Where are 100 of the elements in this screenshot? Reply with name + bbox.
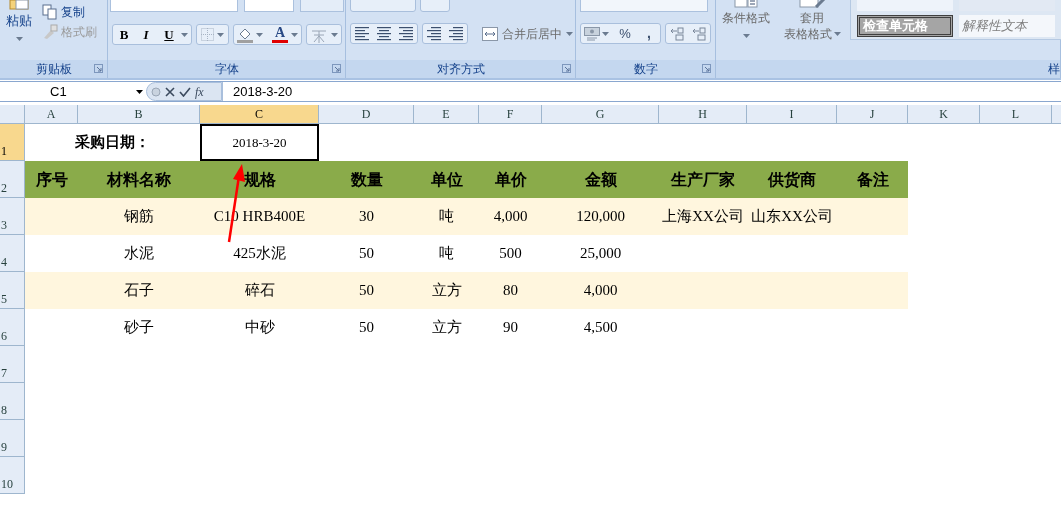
- borders-button[interactable]: [196, 24, 229, 45]
- column-header[interactable]: A: [25, 105, 78, 124]
- column-heading: 序号: [35, 169, 68, 190]
- table-cell-text: 120,000: [576, 207, 625, 227]
- formula-field[interactable]: 2018-3-20: [222, 82, 1061, 101]
- font-color-button[interactable]: A: [272, 26, 298, 43]
- group-label: 剪贴板: [35, 61, 72, 78]
- accounting-format-button[interactable]: [581, 26, 612, 41]
- row-header[interactable]: 4: [0, 235, 25, 272]
- paste-button[interactable]: 粘贴: [2, 0, 36, 60]
- column-header[interactable]: J: [837, 105, 908, 124]
- row-header[interactable]: 1: [0, 124, 25, 161]
- dialog-launcher-icon: [702, 64, 711, 73]
- table-cell-text: 采购日期：: [75, 132, 150, 153]
- caret-icon: [217, 32, 224, 37]
- table-cell-text: 425水泥: [233, 244, 286, 264]
- column-header[interactable]: H: [659, 105, 747, 124]
- dialog-launcher-icon: [94, 64, 103, 73]
- underline-button[interactable]: U: [157, 25, 181, 44]
- table-cell-text: 吨: [439, 244, 454, 264]
- row-header[interactable]: 8: [0, 383, 25, 420]
- column-header[interactable]: F: [479, 105, 542, 124]
- increase-indent-icon: [449, 26, 463, 41]
- group-label: 数字: [633, 61, 658, 78]
- column-header[interactable]: K: [908, 105, 980, 124]
- table-cell-text: 4,000: [583, 281, 618, 301]
- column-header[interactable]: [1052, 105, 1061, 124]
- column-header[interactable]: B: [78, 105, 200, 124]
- brush-icon: [42, 24, 58, 40]
- merge-center-button[interactable]: 合并后居中: [482, 24, 573, 43]
- bold-button[interactable]: B: [113, 25, 135, 44]
- column-header[interactable]: D: [319, 105, 414, 124]
- caret-icon: [136, 89, 143, 94]
- column-heading: 规格: [243, 169, 276, 190]
- conditional-formatting-button[interactable]: 条件格式: [718, 0, 774, 52]
- table-cell-text: 50: [359, 281, 374, 301]
- caret-icon: [15, 37, 23, 41]
- group-label: 样: [1048, 61, 1060, 78]
- table-cell-text: 立方: [431, 318, 462, 338]
- table-cell-text: 碎石: [244, 281, 275, 301]
- insert-function-button[interactable]: fx: [195, 82, 204, 101]
- caret-icon: [602, 31, 609, 36]
- table-cell-text: 4,000: [493, 207, 528, 227]
- table-cell-text: 钢筋: [124, 207, 154, 227]
- selected-cell[interactable]: 2018-3-20: [200, 124, 319, 161]
- dialog-launcher-icon: [332, 64, 341, 73]
- table-cell-text: 4,500: [583, 318, 618, 338]
- cell-style-item[interactable]: 解释性文本: [959, 15, 1055, 37]
- column-heading: 单价: [494, 169, 527, 190]
- table-cell-text: 石子: [124, 281, 154, 301]
- table-cell-text: 吨: [439, 207, 454, 227]
- caret-icon: [181, 32, 188, 37]
- align-right-icon: [399, 26, 413, 41]
- column-heading: 材料名称: [107, 169, 171, 190]
- phonetic-button[interactable]: [306, 24, 342, 45]
- column-heading: 供货商: [768, 169, 816, 191]
- italic-button[interactable]: I: [135, 25, 157, 44]
- comma-button[interactable]: ,: [638, 23, 660, 44]
- column-header[interactable]: I: [747, 105, 837, 124]
- table-brush-icon: [798, 0, 826, 8]
- copy-button[interactable]: 复制: [42, 3, 85, 21]
- column-header[interactable]: C: [200, 105, 319, 124]
- table-cell-text: 水泥: [124, 244, 154, 264]
- row-header[interactable]: 2: [0, 161, 25, 198]
- table-cell-text: 砂子: [124, 318, 154, 338]
- color-swatch: [272, 40, 288, 43]
- borders-icon: [201, 28, 214, 41]
- align-left-icon: [355, 26, 369, 41]
- column-header[interactable]: L: [980, 105, 1052, 124]
- table-cell-text: 山东XX公司: [751, 207, 833, 227]
- row-header[interactable]: 7: [0, 346, 25, 383]
- row-header[interactable]: 10: [0, 457, 25, 494]
- decrease-decimal-icon: [692, 26, 706, 41]
- caret-icon: [566, 31, 573, 36]
- fill-color-button[interactable]: [237, 26, 263, 43]
- table-format-button[interactable]: 套用 表格格式: [780, 0, 844, 52]
- caret-icon: [291, 32, 298, 37]
- row-header[interactable]: 5: [0, 272, 25, 309]
- money-icon: [584, 26, 600, 41]
- row-header[interactable]: 6: [0, 309, 25, 346]
- select-all-corner[interactable]: [0, 105, 25, 124]
- table-cell-text: 50: [359, 318, 374, 338]
- column-heading: 单位: [430, 169, 463, 190]
- column-heading: 数量: [350, 169, 383, 190]
- column-header[interactable]: G: [542, 105, 659, 124]
- column-header[interactable]: E: [414, 105, 479, 124]
- column-heading: 金额: [584, 169, 617, 190]
- decrease-indent-icon: [427, 26, 441, 41]
- table-chart-icon: [734, 0, 758, 8]
- column-heading: 备注: [856, 169, 889, 190]
- cancel-button[interactable]: [165, 86, 175, 97]
- table-cell-text: 25,000: [579, 244, 622, 264]
- group-label: 字体: [214, 61, 239, 78]
- table-cell-text: 上海XX公司: [662, 207, 744, 227]
- copy-icon: [42, 4, 58, 20]
- percent-button[interactable]: %: [612, 23, 638, 44]
- row-header[interactable]: 3: [0, 198, 25, 235]
- row-header[interactable]: 9: [0, 420, 25, 457]
- merge-cells-icon: [482, 26, 498, 41]
- enter-button[interactable]: [179, 86, 191, 97]
